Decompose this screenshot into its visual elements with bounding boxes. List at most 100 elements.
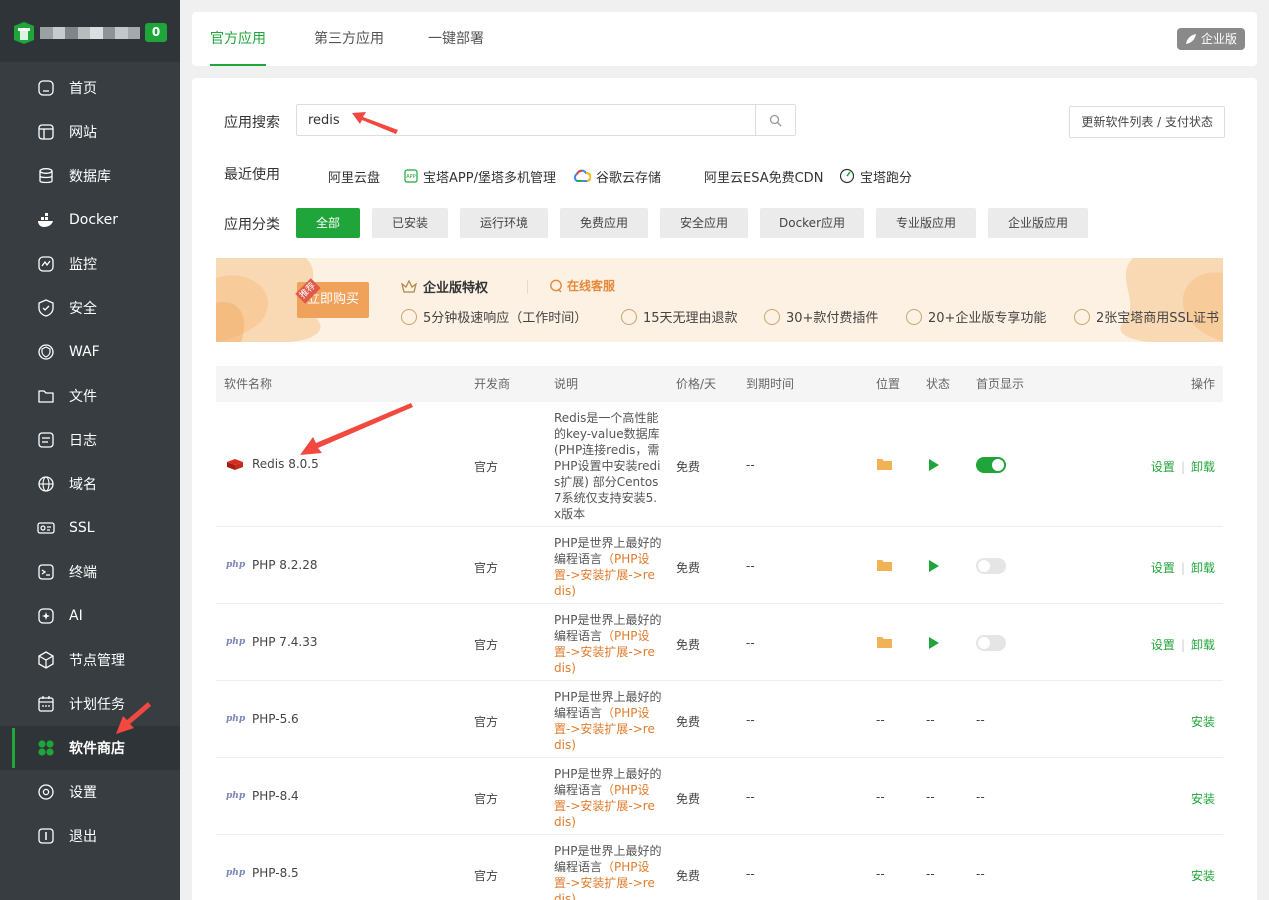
feature-fast-response: 5分钟极速响应（工作时间）	[401, 307, 587, 326]
recent-item-bt-app[interactable]: APP 宝塔APP/堡塔多机管理	[404, 166, 556, 186]
sidebar-item-10[interactable]: 域名	[0, 462, 180, 506]
feature-label: 2张宝塔商用SSL证书	[1096, 311, 1220, 326]
recent-item-aliyun-esa-cdn[interactable]: 阿里云ESA免费CDN	[704, 166, 823, 186]
uninstall-link[interactable]: 卸载	[1191, 460, 1215, 474]
enterprise-badge[interactable]: 企业版	[1176, 28, 1245, 50]
sidebar-item-14[interactable]: 节点管理	[0, 638, 180, 682]
sidebar-item-label: 日志	[69, 433, 97, 449]
sidebar-item-1[interactable]: 首页	[0, 66, 180, 110]
settings-link[interactable]: 设置	[1151, 638, 1175, 652]
logout-icon	[36, 826, 56, 846]
software-store-panel: 应用搜索 更新软件列表 / 支付状态 最近使用 阿里云盘 APP 宝塔APP/堡…	[192, 78, 1257, 900]
notification-badge[interactable]: 0	[145, 23, 167, 42]
tab-third-party-apps[interactable]: 第三方应用	[314, 12, 384, 66]
sidebar-item-15[interactable]: 计划任务	[0, 682, 180, 726]
sidebar-item-8[interactable]: 文件	[0, 374, 180, 418]
software-name-label: PHP-8.5	[252, 865, 299, 880]
svg-text:APP: APP	[406, 174, 415, 180]
software-name[interactable]: php PHP-8.4	[226, 789, 299, 803]
developer: 官方	[474, 637, 499, 652]
banner-divider	[527, 280, 528, 294]
update-software-list-button[interactable]: 更新软件列表 / 支付状态	[1069, 106, 1225, 138]
feature-label: 15天无理由退款	[643, 311, 738, 326]
sidebar-item-11[interactable]: SSL	[0, 506, 180, 550]
op-separator: |	[1180, 560, 1185, 575]
tab-one-click-deploy[interactable]: 一键部署	[428, 12, 484, 66]
category-button-1[interactable]: 全部	[296, 208, 360, 238]
home-display-toggle[interactable]	[976, 634, 1006, 651]
software-name-label: PHP-5.6	[252, 711, 299, 726]
sidebar-item-4[interactable]: Docker	[0, 198, 180, 242]
software-name[interactable]: php PHP-8.5	[226, 866, 299, 880]
sidebar-item-16[interactable]: 软件商店	[0, 726, 180, 770]
category-button-6[interactable]: Docker应用	[760, 208, 864, 238]
status-running[interactable]	[928, 559, 940, 576]
recent-item-aliyun-drive[interactable]: 阿里云盘	[328, 166, 380, 186]
home-display-placeholder: --	[976, 712, 985, 727]
node-icon	[36, 650, 56, 670]
open-folder-button[interactable]	[877, 636, 892, 651]
open-folder-button[interactable]	[877, 458, 892, 473]
leaf-icon	[1185, 34, 1196, 44]
sidebar-item-2[interactable]: 网站	[0, 110, 180, 154]
sidebar-item-5[interactable]: 监控	[0, 242, 180, 286]
status-running[interactable]	[928, 636, 940, 653]
expire-time: --	[746, 789, 755, 804]
sidebar-item-7[interactable]: WAF	[0, 330, 180, 374]
status-running[interactable]	[928, 458, 940, 475]
home-display-toggle[interactable]	[976, 557, 1006, 574]
settings-link[interactable]: 设置	[1151, 460, 1175, 474]
category-button-2[interactable]: 已安装	[372, 208, 448, 238]
category-button-5[interactable]: 安全应用	[660, 208, 748, 238]
row-operations: 安装	[1191, 713, 1215, 730]
install-link[interactable]: 安装	[1191, 869, 1215, 883]
category-button-4[interactable]: 免费应用	[560, 208, 648, 238]
clock-icon	[401, 308, 417, 325]
recent-item-google-cloud[interactable]: 谷歌云存储	[573, 166, 661, 186]
recent-item-bt-benchmark[interactable]: 宝塔跑分	[839, 166, 912, 186]
sidebar-item-3[interactable]: 数据库	[0, 154, 180, 198]
sidebar-item-9[interactable]: 日志	[0, 418, 180, 462]
expire-time: --	[746, 457, 755, 472]
sidebar-item-17[interactable]: 设置	[0, 770, 180, 814]
sidebar-item-12[interactable]: 终端	[0, 550, 180, 594]
description: PHP是世界上最好的编程语言（PHP设置->安装扩展->redis)	[554, 689, 662, 753]
sidebar-item-label: AI	[69, 608, 83, 624]
software-name[interactable]: php PHP-5.6	[226, 712, 299, 726]
software-name-label: PHP-8.4	[252, 788, 299, 803]
feature-enterprise-functions: 20+企业版专享功能	[906, 307, 1046, 326]
software-name[interactable]: php PHP 8.2.28	[226, 558, 317, 572]
uninstall-link[interactable]: 卸载	[1191, 561, 1215, 575]
sidebar-item-13[interactable]: AI	[0, 594, 180, 638]
category-button-7[interactable]: 专业版应用	[876, 208, 976, 238]
sidebar-item-18[interactable]: 退出	[0, 814, 180, 858]
settings-link[interactable]: 设置	[1151, 561, 1175, 575]
category-button-3[interactable]: 运行环境	[460, 208, 548, 238]
online-service-link[interactable]: 在线客服	[549, 277, 615, 294]
home-display-toggle[interactable]	[976, 456, 1006, 473]
tab-official-apps[interactable]: 官方应用	[192, 12, 284, 66]
software-name[interactable]: Redis 8.0.5	[226, 457, 319, 471]
main-area: 官方应用 第三方应用 一键部署 企业版 应用搜索 更新软件列表 / 支付状态 最…	[180, 0, 1269, 900]
th-price: 价格/天	[676, 377, 717, 391]
row-operations: 设置 | 卸载	[1151, 636, 1215, 653]
install-link[interactable]: 安装	[1191, 792, 1215, 806]
search-input[interactable]	[297, 105, 757, 135]
open-folder-button[interactable]	[877, 559, 892, 574]
uninstall-link[interactable]: 卸载	[1191, 638, 1215, 652]
category-button-8[interactable]: 企业版应用	[988, 208, 1088, 238]
search-button[interactable]	[755, 105, 795, 135]
sidebar-item-label: 软件商店	[69, 741, 125, 757]
sidebar-item-label: SSL	[69, 520, 95, 536]
search-label: 应用搜索	[224, 115, 280, 131]
op-separator: |	[1180, 637, 1185, 652]
software-table: 软件名称 开发商 说明 价格/天 到期时间 位置 状态 首页显示 操作 Redi…	[216, 366, 1223, 900]
software-name[interactable]: php PHP 7.4.33	[226, 635, 317, 649]
online-service-label: 在线客服	[567, 279, 616, 293]
php-icon: php	[226, 790, 246, 801]
install-link[interactable]: 安装	[1191, 715, 1215, 729]
developer: 官方	[474, 714, 499, 729]
sidebar-item-6[interactable]: 安全	[0, 286, 180, 330]
folder-icon	[877, 559, 892, 571]
software-name-label: PHP 8.2.28	[252, 557, 318, 572]
